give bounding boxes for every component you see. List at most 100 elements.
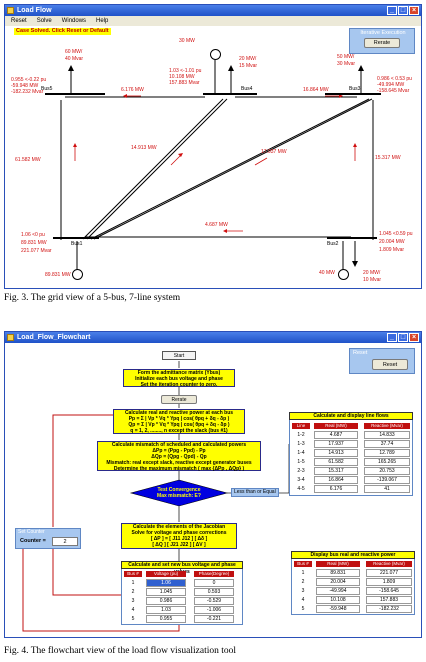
table-row: 1 — [131, 580, 135, 586]
bus5-bar[interactable] — [45, 93, 105, 95]
line-4-1 — [82, 98, 224, 240]
bus-power-table-panel: Display bus real and reactive power Bus … — [291, 551, 415, 615]
voltage-input[interactable]: 1.03 — [146, 606, 186, 614]
bus2-bar[interactable] — [327, 237, 377, 239]
real-cell: 4.687 — [314, 431, 358, 439]
load-flow-window: Load Flow _ □ × Reset Solve Windows Help… — [4, 4, 422, 289]
rerate-button[interactable]: Rerate — [161, 395, 197, 404]
bus5-load-q: 40 Mvar — [65, 56, 84, 62]
voltage-table-panel: Calculate and set new bus voltage and ph… — [121, 561, 243, 625]
real-cell: 6.176 — [314, 485, 358, 493]
real-cell: 61.582 — [314, 458, 358, 466]
real-cell: 89.831 — [316, 569, 360, 577]
phase-input[interactable]: -0.529 — [194, 597, 234, 605]
start-node: Start — [162, 351, 196, 360]
reactive-cell: 20.753 — [364, 467, 410, 475]
bus4-bar[interactable] — [203, 93, 257, 95]
reactive-cell: 157.883 — [366, 596, 412, 604]
flow-5-1: 61.582 MW — [15, 157, 41, 163]
table-row: 4 — [301, 597, 305, 603]
bus2-gen: 40 MW — [319, 270, 335, 276]
bus5-reactive-power: -182.232 Mvar — [11, 89, 44, 95]
power-table-title: Display bus real and reactive power — [291, 551, 415, 559]
bus3-bar[interactable] — [325, 93, 381, 95]
bus3-reactive-power: -158.645 Mvar — [377, 88, 410, 94]
generator-bus1-icon[interactable] — [72, 269, 83, 280]
bus2-load-q: 10 Mvar — [363, 277, 382, 283]
reactive-cell: 1.809 — [366, 578, 412, 586]
real-cell: 17.937 — [314, 440, 358, 448]
step-line: Determine the maximum mismatch ( max {ΔP… — [113, 466, 245, 472]
table-row: 1-4 — [297, 450, 305, 456]
flow-4-3: 16.864 MW — [303, 87, 329, 93]
col-header: Phase(Degree) — [194, 571, 234, 577]
reactive-cell: -158.645 — [366, 587, 412, 595]
reset-panel: Reset Reset — [349, 348, 415, 374]
generator-bus4-icon[interactable] — [210, 49, 221, 60]
reset-button[interactable]: Reset — [372, 359, 408, 370]
bus3-load-p: 50 MW/ — [337, 54, 355, 60]
bus4-load-p: 20 MW/ — [239, 56, 257, 62]
col-header: Bus # — [294, 561, 312, 567]
table-row: 2 — [301, 579, 305, 585]
decision-line: Max mismatch: E? — [157, 493, 201, 499]
bus4-label: Bus4 — [241, 86, 253, 92]
table-row: 1 — [301, 570, 305, 576]
phase-input[interactable]: 0 — [194, 579, 234, 587]
reactive-cell: 41 — [364, 485, 410, 493]
bus3-label: Bus3 — [349, 86, 361, 92]
bus1-bar[interactable] — [53, 237, 99, 239]
bus1-label: Bus1 — [71, 241, 83, 247]
flow-1-2: 4.687 MW — [205, 222, 228, 228]
voltage-input[interactable]: 0.955 — [146, 615, 186, 623]
phase-input[interactable]: -1.006 — [194, 606, 234, 614]
reactive-cell: -139.067 — [364, 476, 410, 484]
phase-input[interactable]: 0.593 — [194, 588, 234, 596]
flowchart-window: Load_Flow_Flowchart _ □ × Reset Reset St… — [4, 331, 422, 638]
bus3-load-q: 30 Mvar — [337, 61, 356, 67]
col-header: Reactive (Mvar) — [366, 561, 412, 567]
bus4-gen: 30 MW — [179, 38, 195, 44]
voltage-input[interactable]: 1.06 — [146, 579, 186, 587]
real-cell: -49.994 — [316, 587, 360, 595]
flow-3-1: 17.937 MW — [261, 149, 287, 155]
panel-title: Reset — [353, 350, 368, 356]
line-3-1 — [90, 98, 370, 240]
phase-input[interactable]: -0.221 — [194, 615, 234, 623]
reactive-cell: 165.265 — [364, 458, 410, 466]
step-mismatch-box: Calculate mismatch of scheduled and calc… — [97, 441, 261, 472]
reactive-cell: 14.833 — [364, 431, 410, 439]
voltage-table-title: Calculate and set new bus voltage and ph… — [121, 561, 243, 575]
flow-4-1: 14.913 MW — [131, 145, 157, 151]
grid-diagram — [60, 60, 374, 271]
convergence-decision: Test Convergence Max mismatch: E? — [135, 487, 223, 499]
generator-bus2-icon[interactable] — [338, 269, 349, 280]
counter-field[interactable]: 2 — [52, 537, 78, 546]
table-row: 1-2 — [297, 432, 305, 438]
bus1-voltage: 1.06 <0 pu — [21, 232, 45, 238]
table-row: 5 — [301, 606, 305, 612]
step-line: Set the iteration counter to zero. — [140, 382, 218, 388]
bus2-reactive-power: 1.809 Mvar — [379, 247, 405, 253]
voltage-input[interactable]: 1.045 — [146, 588, 186, 596]
col-header: Reactive (Mvar) — [364, 423, 410, 429]
figure-caption-3: Fig. 3. The grid view of a 5-bus, 7-line… — [4, 293, 181, 303]
table-row: 3-4 — [297, 477, 305, 483]
bus1-gen: 89.831 MW — [45, 272, 71, 278]
bus2-real-power: 20.004 MW — [379, 239, 405, 245]
table-row: 2 — [131, 589, 135, 595]
table-row: 3 — [301, 588, 305, 594]
voltage-input[interactable]: 0.986 — [146, 597, 186, 605]
bus4-load-q: 15 Mvar — [239, 63, 258, 69]
reactive-cell: 12.789 — [364, 449, 410, 457]
table-row: 4-5 — [297, 486, 305, 492]
bus4-reactive-power: 157.883 Mvar — [169, 80, 200, 86]
col-header: Voltage (pu) — [146, 571, 186, 577]
step-jacobian-box: Calculate the elements of the Jacobian S… — [121, 523, 237, 549]
bus2-load-p: 20 MW/ — [363, 270, 381, 276]
reactive-cell: -182.232 — [366, 605, 412, 613]
less-equal-label: Less than or Equal — [231, 488, 279, 497]
bus2-label: Bus2 — [327, 241, 339, 247]
step-initialize-box: Form the admittance matrix (Ybus) Initia… — [123, 369, 235, 388]
real-cell: 10.108 — [316, 596, 360, 604]
